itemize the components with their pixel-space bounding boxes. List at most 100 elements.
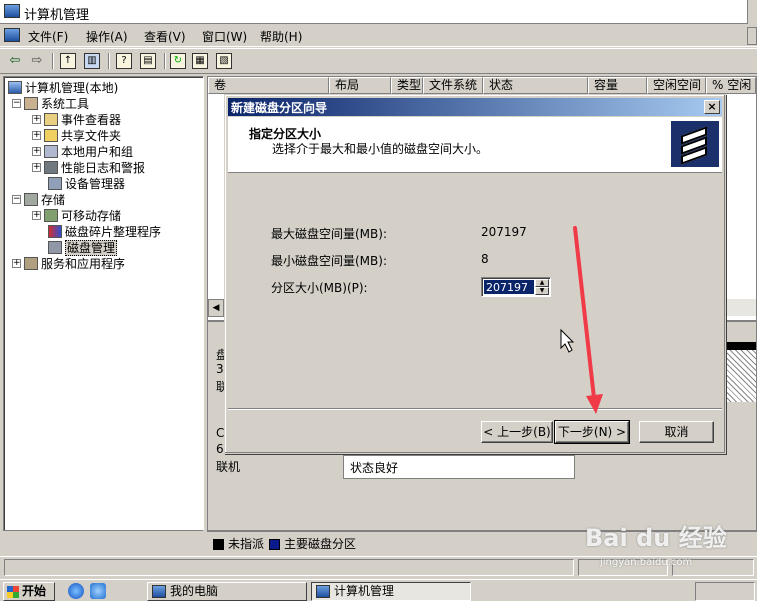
services-icon [24, 257, 38, 270]
computer-management-icon [316, 585, 330, 598]
min-space-value: 8 [481, 252, 489, 266]
dialog-titlebar: 新建磁盘分区向导 × [228, 98, 722, 116]
internet-explorer-icon[interactable] [68, 583, 84, 599]
computer-management-icon [4, 4, 20, 18]
computer-icon [8, 81, 22, 94]
disk-stack-icon [671, 121, 719, 167]
shared-folder-icon [44, 129, 58, 142]
tree-item-local-users[interactable]: + 本地用户和组 [32, 143, 133, 159]
max-space-value: 207197 [481, 225, 527, 239]
toolbar-separator [52, 53, 54, 69]
partition-size-input[interactable] [484, 280, 534, 294]
taskbar-computer-management[interactable]: 计算机管理 [311, 582, 471, 601]
column-percent-free[interactable]: % 空闲 [706, 77, 756, 94]
performance-icon [44, 161, 58, 174]
expand-icon[interactable]: + [32, 147, 41, 156]
scroll-left-icon[interactable]: ◀ [208, 299, 224, 317]
show-tree-icon[interactable]: ▥ [84, 53, 100, 69]
tools-icon [24, 97, 38, 110]
toolbar-separator [108, 53, 110, 69]
mdi-controls[interactable] [747, 27, 757, 45]
toolbar-separator [164, 53, 166, 69]
tree-item-storage[interactable]: − 存储 [12, 191, 65, 207]
watermark-url: jingyan.baidu.com [600, 557, 693, 568]
collapse-icon[interactable]: − [12, 195, 21, 204]
column-free-space[interactable]: 空闲空间 [647, 77, 706, 94]
system-tray[interactable] [695, 582, 755, 601]
taskbar: 开始 我的电脑 计算机管理 [0, 579, 757, 601]
decrement-arrow-icon[interactable]: ▼ [535, 287, 549, 295]
tree-item-services-apps[interactable]: + 服务和应用程序 [12, 255, 125, 271]
new-partition-wizard: 新建磁盘分区向导 × 指定分区大小 选择介于最大和最小值的磁盘空间大小。 最大磁… [224, 94, 726, 454]
menu-view[interactable]: 查看(V) [144, 28, 186, 45]
partition-size-stepper[interactable]: ▲ ▼ [481, 277, 551, 297]
dialog-title: 新建磁盘分区向导 [231, 101, 328, 115]
removable-storage-icon [44, 209, 58, 222]
expand-icon[interactable]: + [12, 259, 21, 268]
disk-properties-icon[interactable]: ▦ [192, 53, 208, 69]
disk-online-label: 联机 [216, 460, 241, 474]
window-controls[interactable] [747, 0, 757, 24]
start-button[interactable]: 开始 [3, 582, 55, 601]
column-volume[interactable]: 卷 [208, 77, 329, 94]
up-folder-icon[interactable]: ↑ [60, 53, 76, 69]
partition-status-box[interactable]: 状态良好 [343, 455, 575, 479]
column-status[interactable]: 状态 [483, 77, 588, 94]
menu-action[interactable]: 操作(A) [86, 28, 128, 45]
expand-icon[interactable]: + [32, 211, 41, 220]
dialog-separator [228, 408, 722, 410]
expand-icon[interactable]: + [32, 163, 41, 172]
collapse-icon[interactable]: − [12, 99, 21, 108]
tree-item-computer-management[interactable]: 计算机管理(本地) [8, 79, 118, 95]
menu-window[interactable]: 窗口(W) [202, 28, 247, 45]
taskbar-my-computer[interactable]: 我的电脑 [147, 582, 307, 601]
window-titlebar: 计算机管理 [0, 0, 757, 24]
baidu-watermark: Bai du 经验 [585, 524, 727, 552]
tree-item-defragmenter[interactable]: 磁盘碎片整理程序 [48, 223, 161, 239]
next-button[interactable]: 下一步(N) > [554, 420, 630, 444]
document-icon[interactable] [4, 28, 20, 42]
disk-management-icon [48, 241, 62, 254]
tree-item-disk-management[interactable]: 磁盘管理 [48, 239, 118, 256]
back-button[interactable]: < 上一步(B) [481, 421, 553, 443]
refresh-icon[interactable]: ↻ [170, 53, 186, 69]
tree-item-performance-logs[interactable]: + 性能日志和警报 [32, 159, 145, 175]
min-space-label: 最小磁盘空间量(MB): [271, 254, 387, 268]
column-type[interactable]: 类型 [391, 77, 423, 94]
tree-item-event-viewer[interactable]: + 事件查看器 [32, 111, 121, 127]
device-manager-icon [48, 177, 62, 190]
tree-item-shared-folders[interactable]: + 共享文件夹 [32, 127, 121, 143]
storage-icon [24, 193, 38, 206]
status-segment [4, 559, 574, 576]
close-icon[interactable]: × [704, 100, 720, 114]
increment-arrow-icon[interactable]: ▲ [535, 279, 549, 287]
defrag-icon [48, 225, 62, 238]
menu-help[interactable]: 帮助(H) [260, 28, 302, 45]
forward-arrow-icon[interactable]: ⇨ [28, 52, 46, 70]
column-capacity[interactable]: 容量 [588, 77, 647, 94]
unallocated-swatch [213, 539, 224, 550]
expand-icon[interactable]: + [32, 115, 41, 124]
export-list-icon[interactable]: ▧ [216, 53, 232, 69]
unallocated-area[interactable] [726, 342, 756, 402]
menu-bar: 文件(F) 操作(A) 查看(V) 窗口(W) 帮助(H) [0, 25, 757, 47]
help-pane-icon[interactable]: ▤ [140, 53, 156, 69]
console-tree: 计算机管理(本地) − 系统工具 + 事件查看器 + 共享文件夹 + 本地用户和组 + 性… [3, 76, 204, 531]
windows-logo-icon [7, 586, 19, 598]
column-layout[interactable]: 布局 [329, 77, 391, 94]
properties-icon[interactable]: ? [116, 53, 132, 69]
legend-unallocated: 未指派 [213, 535, 264, 552]
tree-item-device-manager[interactable]: 设备管理器 [48, 175, 125, 191]
cancel-button[interactable]: 取消 [639, 421, 714, 443]
menu-file[interactable]: 文件(F) [28, 28, 68, 45]
tree-item-removable-storage[interactable]: + 可移动存储 [32, 207, 121, 223]
column-filesystem[interactable]: 文件系统 [423, 77, 483, 94]
window-title: 计算机管理 [24, 8, 90, 23]
wizard-subheading: 选择介于最大和最小值的磁盘空间大小。 [272, 142, 489, 156]
partition-size-label: 分区大小(MB)(P): [271, 281, 368, 295]
tree-item-system-tools[interactable]: − 系统工具 [12, 95, 89, 111]
quick-launch-icon[interactable] [90, 583, 106, 599]
expand-icon[interactable]: + [32, 131, 41, 140]
back-arrow-icon[interactable]: ⇦ [6, 52, 24, 70]
users-icon [44, 145, 58, 158]
